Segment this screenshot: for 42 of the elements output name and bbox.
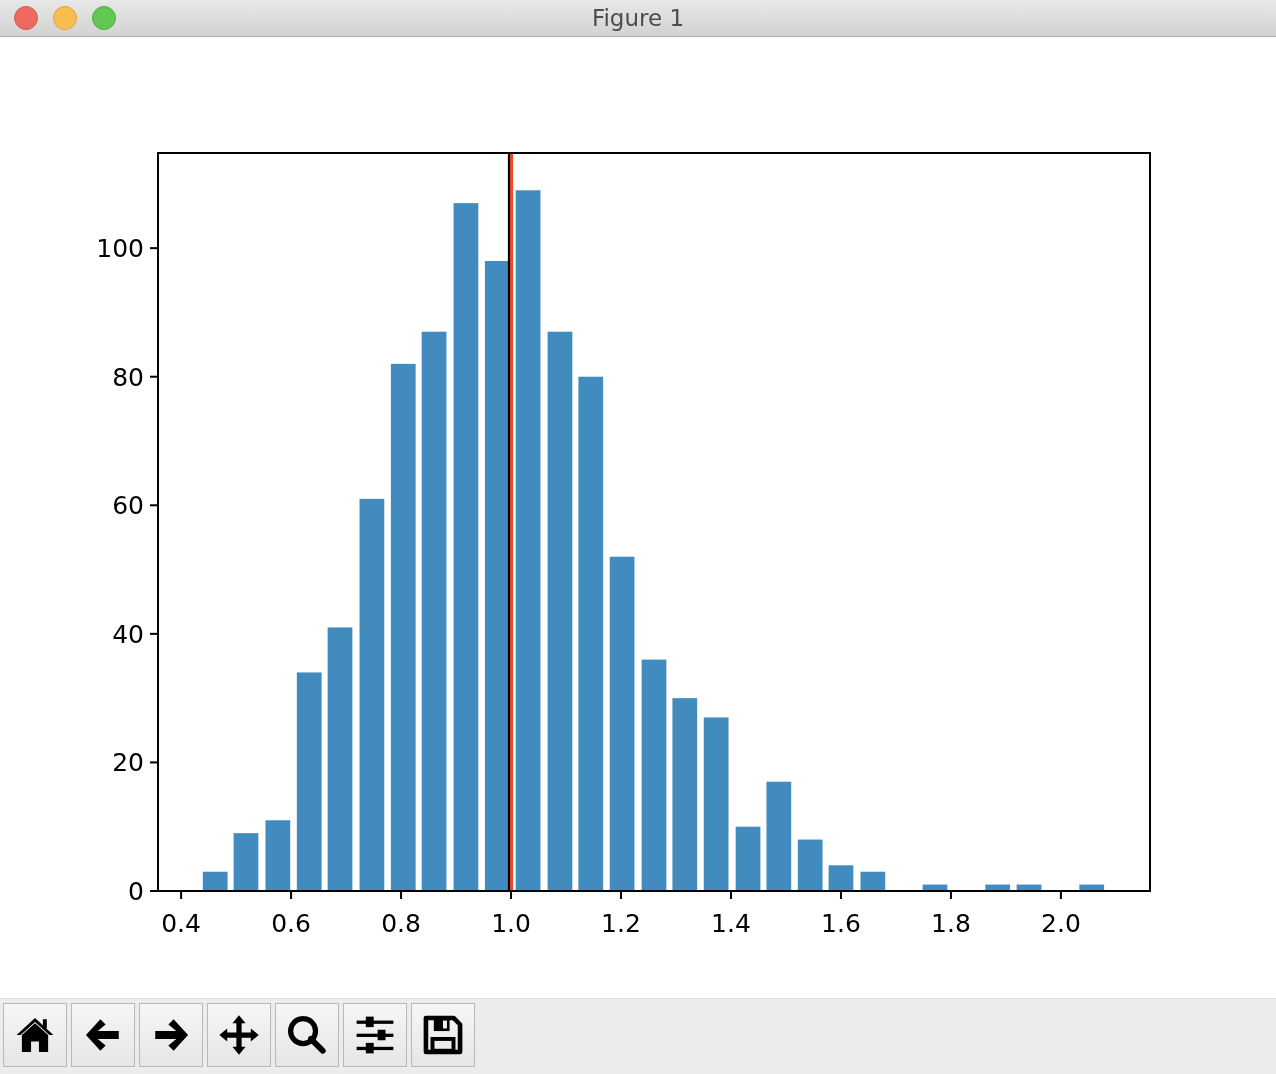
x-tick xyxy=(620,890,622,900)
y-tick xyxy=(149,890,159,892)
x-tick-label: 2.0 xyxy=(1041,909,1081,938)
x-tick xyxy=(730,890,732,900)
x-tick xyxy=(510,890,513,900)
sliders-icon xyxy=(354,1014,396,1056)
configure-button[interactable] xyxy=(343,1003,407,1067)
home-button[interactable] xyxy=(3,1003,67,1067)
x-tick xyxy=(839,890,842,900)
y-tick-label: 80 xyxy=(112,362,144,392)
y-tick xyxy=(149,761,159,764)
x-tick-label: 1.6 xyxy=(821,909,861,938)
search-icon xyxy=(286,1014,328,1056)
x-tick xyxy=(1059,890,1062,900)
x-tick xyxy=(949,890,952,900)
y-tick-label: 60 xyxy=(112,491,144,521)
close-button[interactable] xyxy=(14,6,38,30)
x-tick xyxy=(290,890,293,900)
x-tick-label: 1.0 xyxy=(491,909,531,938)
x-tick-label: 1.8 xyxy=(931,909,971,938)
y-tick-label: 20 xyxy=(112,748,144,778)
y-tick xyxy=(149,504,159,507)
back-button[interactable] xyxy=(71,1003,135,1067)
x-tick-label: 0.6 xyxy=(271,909,311,938)
forward-button[interactable] xyxy=(139,1003,203,1067)
y-tick xyxy=(149,375,159,378)
window-title: Figure 1 xyxy=(591,5,685,31)
save-button[interactable] xyxy=(411,1003,475,1067)
y-tick xyxy=(149,247,159,250)
y-tick-label: 0 xyxy=(128,877,144,906)
y-tick-label: 100 xyxy=(96,234,144,264)
y-tick xyxy=(149,632,159,635)
y-tick-label: 40 xyxy=(112,619,144,649)
x-tick-label: 0.4 xyxy=(161,909,201,938)
x-tick-label: 1.4 xyxy=(711,909,751,938)
x-tick-label: 0.8 xyxy=(381,909,421,938)
x-tick-label: 1.2 xyxy=(601,909,641,938)
pan-button[interactable] xyxy=(207,1003,271,1067)
x-tick xyxy=(400,890,403,900)
x-tick xyxy=(180,890,183,900)
zoom-button[interactable] xyxy=(275,1003,339,1067)
move-arrows-icon xyxy=(218,1014,260,1056)
